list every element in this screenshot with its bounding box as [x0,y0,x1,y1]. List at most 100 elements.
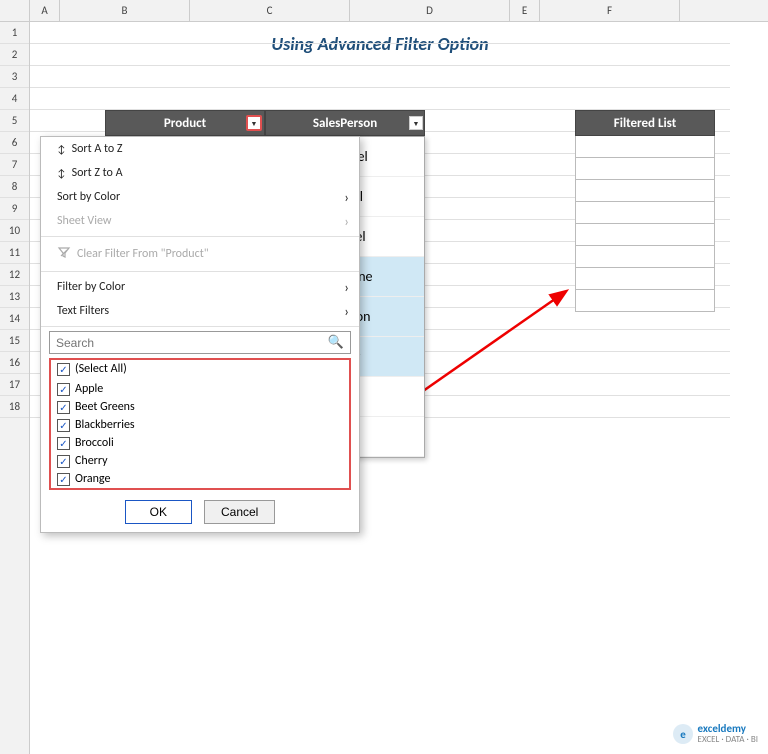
filter-menu[interactable]: ↕ Sort A to Z ↕ Sort Z to A Sort by Colo… [40,136,360,533]
col-header-b: B [60,0,190,21]
sort-z-a-item[interactable]: ↕ Sort Z to A [41,161,359,185]
salesperson-header-label: SalesPerson [313,116,377,131]
salesperson-dropdown-button[interactable]: ▼ [409,116,423,130]
sort-za-icon: ↕ [57,167,66,180]
row-num-6: 6 [0,132,29,154]
row-num-14: 14 [0,308,29,330]
row-num-5: 5 [0,110,29,132]
filtered-list-label: Filtered List [614,116,676,131]
sort-a-z-item[interactable]: ↕ Sort A to Z [41,137,359,161]
text-filters-label: Text Filters [57,304,109,318]
checkbox-cherry-label: Cherry [75,454,108,468]
row-num-1: 1 [0,22,29,44]
row-num-8: 8 [0,176,29,198]
filtered-cell-8 [575,290,715,312]
cancel-button[interactable]: Cancel [204,500,275,524]
clear-filter-label: Clear Filter From "Product" [77,247,209,261]
checkbox-broccoli-label: Broccoli [75,436,114,450]
select-all-label: (Select All) [75,362,127,376]
filtered-cell-3 [575,180,715,202]
sort-az-icon: ↕ [57,143,66,156]
filtered-list-cells [575,136,715,312]
row-num-16: 16 [0,352,29,374]
row-numbers: 1 2 3 4 5 6 7 8 9 10 11 12 13 14 15 16 1… [0,22,30,754]
sort-by-color-item[interactable]: Sort by Color [41,185,359,209]
product-header-label: Product [164,116,206,131]
select-all-item[interactable]: (Select All) [51,360,349,378]
checkbox-orange[interactable]: Orange [51,470,349,488]
row-num-7: 7 [0,154,29,176]
row-num-4: 4 [0,88,29,110]
checkbox-beet-greens-label: Beet Greens [75,400,135,414]
product-dropdown-button[interactable] [246,115,262,131]
checkbox-cherry-cb[interactable] [57,455,70,468]
grid-row-3 [30,66,730,88]
sort-az-label: Sort A to Z [72,142,123,156]
row-num-15: 15 [0,330,29,352]
checkbox-broccoli-cb[interactable] [57,437,70,450]
row-num-12: 12 [0,264,29,286]
product-header[interactable]: Product [105,110,265,136]
filtered-cell-1 [575,136,715,158]
table-header-row: Product SalesPerson ▼ [105,110,425,136]
filtered-list-header: Filtered List [575,110,715,136]
search-input[interactable] [50,333,322,353]
svg-text:e: e [680,728,686,741]
col-header-a: A [30,0,60,21]
grid-row-4 [30,88,730,110]
clear-filter-icon [57,245,71,263]
checkbox-cherry[interactable]: Cherry [51,452,349,470]
menu-divider-1 [41,236,359,237]
checkbox-apple-label: Apple [75,382,103,396]
watermark-logo-icon: e [672,723,694,745]
checkbox-beet-greens[interactable]: Beet Greens [51,398,349,416]
menu-divider-2 [41,271,359,272]
row-num-11: 11 [0,242,29,264]
checkbox-blackberries[interactable]: Blackberries [51,416,349,434]
filter-buttons: OK Cancel [41,500,359,524]
filtered-cell-5 [575,224,715,246]
watermark-sub-text: EXCEL · DATA · BI [698,735,758,746]
checkbox-blackberries-cb[interactable] [57,419,70,432]
filtered-cell-4 [575,202,715,224]
checkbox-broccoli[interactable]: Broccoli [51,434,349,452]
row-num-18: 18 [0,396,29,418]
row-num-2: 2 [0,44,29,66]
row-num-13: 13 [0,286,29,308]
sheet-view-item[interactable]: Sheet View [41,209,359,233]
checkbox-list[interactable]: (Select All) Apple Beet Greens Blackberr… [49,358,351,490]
filtered-cell-7 [575,268,715,290]
sort-za-label: Sort Z to A [72,166,123,180]
row-num-10: 10 [0,220,29,242]
header-corner [0,0,30,21]
search-container[interactable]: 🔍 [49,331,351,354]
salesperson-header[interactable]: SalesPerson ▼ [265,110,425,136]
checkbox-orange-cb[interactable] [57,473,70,486]
watermark: e exceldemy EXCEL · DATA · BI [672,722,758,746]
filtered-cell-6 [575,246,715,268]
select-all-checkbox[interactable] [57,363,70,376]
checkbox-orange-label: Orange [75,472,110,486]
sort-by-color-label: Sort by Color [57,190,120,204]
grid-area: Using Advanced Filter Option [30,22,768,754]
filter-by-color-label: Filter by Color [57,280,125,294]
text-filters-item[interactable]: Text Filters [41,299,359,323]
checkbox-beet-greens-cb[interactable] [57,401,70,414]
grid-row-1 [30,22,730,44]
filter-by-color-item[interactable]: Filter by Color [41,275,359,299]
checkbox-apple[interactable]: Apple [51,380,349,398]
col-header-e: E [510,0,540,21]
grid-row-2 [30,44,730,66]
filtered-cell-2 [575,158,715,180]
spreadsheet: A B C D E F 1 2 3 4 5 6 7 8 9 10 11 12 1… [0,0,768,754]
clear-filter-item[interactable]: Clear Filter From "Product" [41,240,359,268]
row-num-3: 3 [0,66,29,88]
row-num-9: 9 [0,198,29,220]
checkbox-apple-cb[interactable] [57,383,70,396]
checkbox-blackberries-label: Blackberries [75,418,135,432]
column-headers: A B C D E F [0,0,768,22]
ok-button[interactable]: OK [125,500,192,524]
sheet-view-label: Sheet View [57,214,111,228]
col-header-f: F [540,0,680,21]
search-icon: 🔍 [322,332,350,353]
